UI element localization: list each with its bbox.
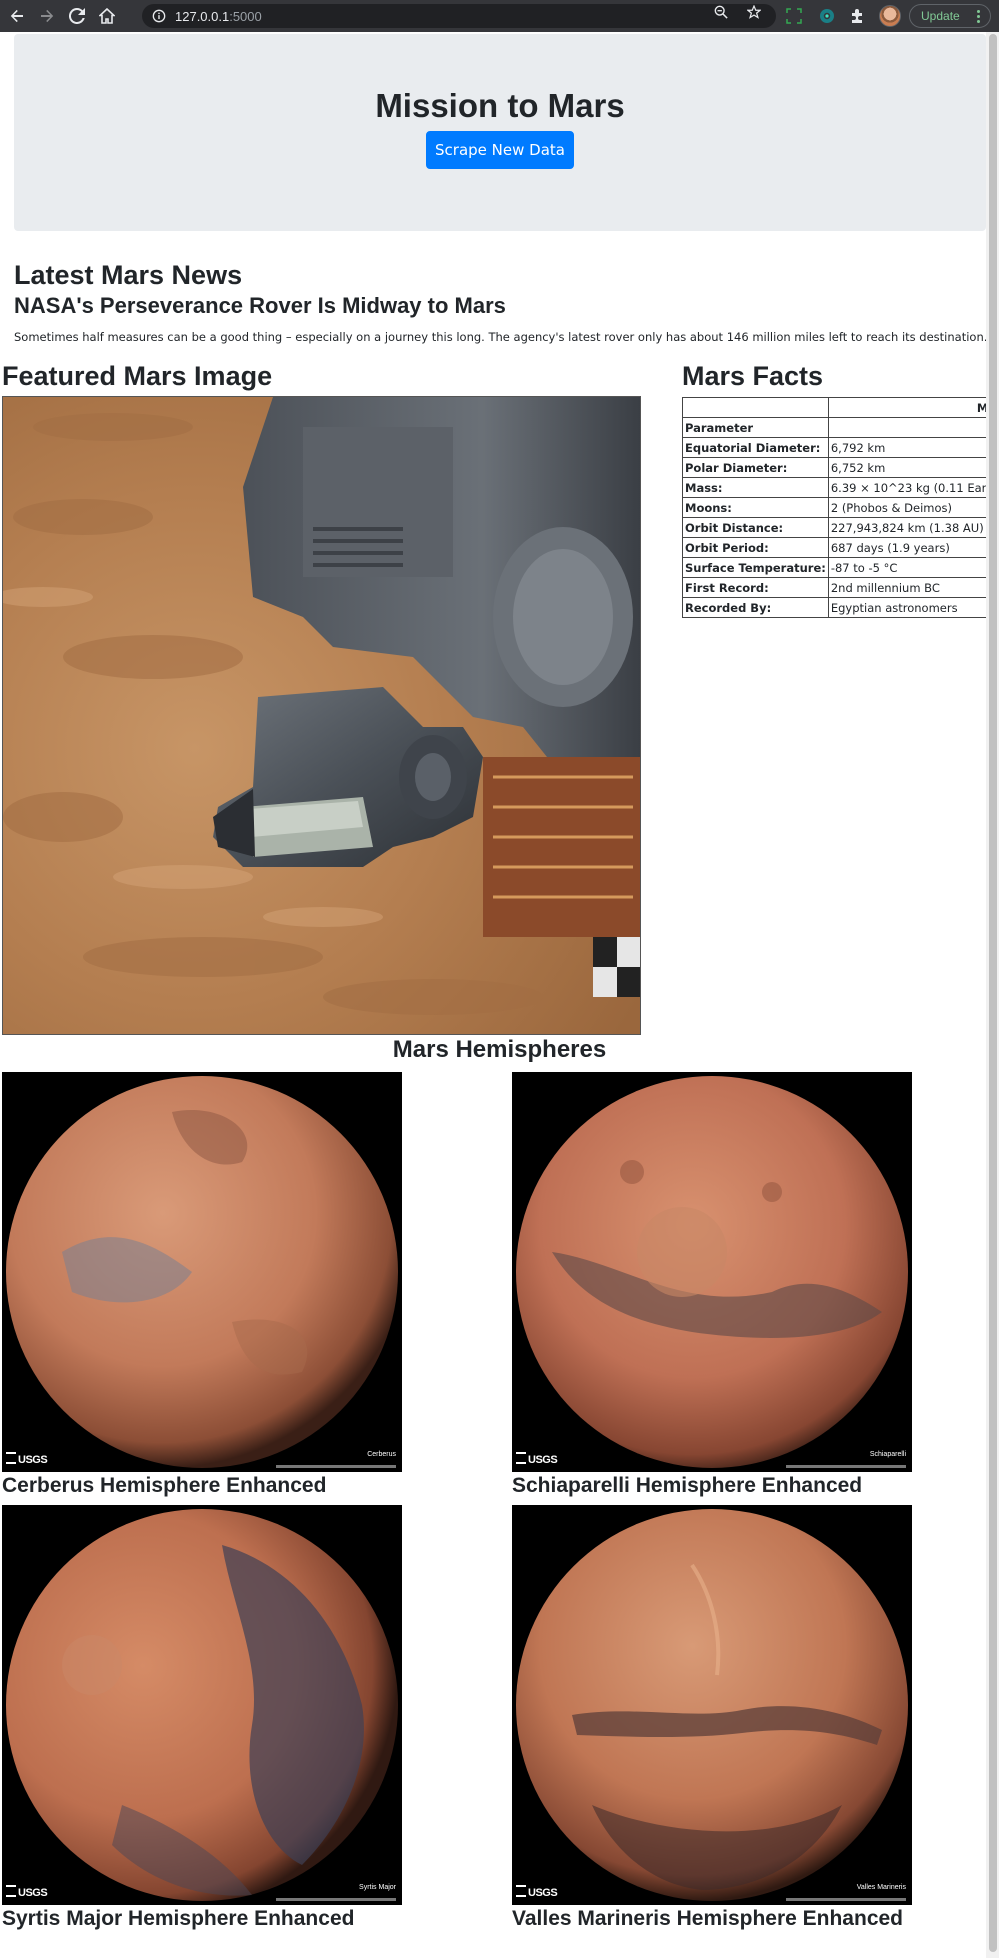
bookmark-star-icon[interactable] — [747, 5, 761, 19]
hemisphere-title: Cerberus Hemisphere Enhanced — [2, 1474, 327, 1497]
zoom-icon[interactable] — [714, 5, 728, 19]
usgs-logo: USGS — [516, 1452, 558, 1466]
mars-facts-heading: Mars Facts — [682, 361, 824, 391]
featured-image-heading: Featured Mars Image — [2, 361, 273, 391]
fact-value: 2nd millennium BC — [827, 577, 986, 598]
facts-header-empty — [682, 397, 829, 418]
hemisphere-card: USGS Syrtis Major Syrtis Major Hemispher… — [2, 1505, 402, 1931]
hemisphere-tag: Syrtis Major — [359, 1884, 396, 1891]
fact-parameter: Moons: — [682, 497, 829, 518]
home-button[interactable] — [94, 3, 120, 29]
facts-row: Orbit Period: 687 days (1.9 years) — [682, 537, 986, 558]
usgs-logo: USGS — [516, 1885, 558, 1899]
usgs-logo: USGS — [6, 1452, 48, 1466]
arrow-left-icon — [10, 9, 23, 23]
fact-parameter: Recorded By: — [682, 597, 829, 618]
fact-parameter: Orbit Period: — [682, 537, 829, 558]
kebab-menu-icon[interactable] — [977, 10, 980, 23]
image-credit — [276, 1898, 396, 1901]
hemisphere-card: USGS Valles Marineris Valles Marineris H… — [512, 1505, 912, 1931]
scrape-new-data-button[interactable]: Scrape New Data — [426, 131, 574, 169]
arrow-right-icon — [41, 9, 54, 23]
forward-button[interactable] — [34, 3, 60, 29]
fact-value: -87 to -5 °C — [827, 557, 986, 578]
url-text: 127.0.0.1:5000 — [175, 9, 262, 24]
facts-row: First Record: 2nd millennium BC — [682, 577, 986, 598]
valles-marineris-globe — [516, 1509, 908, 1901]
facts-row: Recorded By: Egyptian astronomers — [682, 597, 986, 618]
browser-toolbar: 127.0.0.1:5000 Update — [0, 0, 999, 32]
fact-parameter: Orbit Distance: — [682, 517, 829, 538]
fact-value: 6,752 km — [827, 457, 986, 478]
hemisphere-image[interactable]: USGS Cerberus — [2, 1072, 402, 1472]
facts-row: Orbit Distance: 227,943,824 km (1.38 AU) — [682, 517, 986, 538]
syrtis-major-globe — [6, 1509, 398, 1901]
reload-icon — [69, 8, 85, 24]
update-label: Update — [921, 9, 960, 23]
page-viewport: Mission to Mars Scrape New Data Latest M… — [0, 32, 986, 1958]
fact-parameter: Equatorial Diameter: — [682, 437, 829, 458]
back-button[interactable] — [4, 3, 30, 29]
url-port: :5000 — [229, 8, 262, 24]
fact-value: 6.39 × 10^23 kg (0.11 Earths) — [827, 477, 986, 498]
reload-button[interactable] — [64, 3, 90, 29]
info-icon[interactable] — [152, 9, 166, 23]
featured-mars-image — [2, 396, 641, 1035]
hemisphere-tag: Cerberus — [367, 1451, 396, 1458]
jumbotron: Mission to Mars Scrape New Data — [14, 34, 986, 231]
news-title: NASA's Perseverance Rover Is Midway to M… — [14, 293, 506, 318]
home-icon — [99, 8, 115, 24]
fact-parameter: First Record: — [682, 577, 829, 598]
facts-row: Equatorial Diameter: 6,792 km — [682, 437, 986, 458]
fact-parameter: Mass: — [682, 477, 829, 498]
hemisphere-image[interactable]: USGS Syrtis Major — [2, 1505, 402, 1905]
fact-value: Egyptian astronomers — [827, 597, 986, 618]
scrollbar-thumb[interactable] — [989, 34, 997, 1952]
hemisphere-title: Schiaparelli Hemisphere Enhanced — [512, 1474, 863, 1497]
facts-index-row: Parameter — [682, 417, 986, 438]
extensions-puzzle-icon[interactable] — [849, 7, 867, 25]
fact-value: 6,792 km — [827, 437, 986, 458]
page-title: Mission to Mars — [375, 87, 625, 124]
screenshot-extension-icon[interactable] — [785, 7, 803, 25]
facts-index-label: Parameter — [682, 417, 829, 438]
facts-index-empty — [827, 417, 986, 438]
fact-value: 687 days (1.9 years) — [827, 537, 986, 558]
fact-value: 2 (Phobos & Deimos) — [827, 497, 986, 518]
hemisphere-tag: Valles Marineris — [856, 1884, 906, 1891]
hemisphere-card: USGS Cerberus Cerberus Hemisphere Enhanc… — [2, 1072, 402, 1498]
schiaparelli-globe — [516, 1076, 908, 1468]
fact-value: 227,943,824 km (1.38 AU) — [827, 517, 986, 538]
facts-header-row: Mars — [682, 397, 986, 418]
colorzilla-extension-icon[interactable] — [818, 7, 836, 25]
facts-row: Surface Temperature: -87 to -5 °C — [682, 557, 986, 578]
rover-scoop-photo — [3, 397, 640, 1034]
facts-header-mars: Mars — [827, 397, 986, 418]
hemisphere-card: USGS Schiaparelli Schiaparelli Hemispher… — [512, 1072, 912, 1498]
update-button[interactable]: Update — [909, 4, 991, 28]
fact-parameter: Surface Temperature: — [682, 557, 829, 578]
facts-row: Moons: 2 (Phobos & Deimos) — [682, 497, 986, 518]
image-credit — [276, 1465, 396, 1468]
facts-row: Mass:6.39 × 10^23 kg (0.11 Earths) — [682, 477, 986, 498]
hemisphere-title: Syrtis Major Hemisphere Enhanced — [2, 1907, 355, 1930]
hemisphere-image[interactable]: USGS Valles Marineris — [512, 1505, 912, 1905]
facts-row: Polar Diameter: 6,752 km — [682, 457, 986, 478]
latest-news-heading: Latest Mars News — [14, 260, 243, 290]
usgs-logo: USGS — [6, 1885, 48, 1899]
image-credit — [786, 1898, 906, 1901]
mars-facts-table: Mars Parameter Equatorial Diameter:6,792… — [682, 397, 986, 618]
url-host: 127.0.0.1 — [175, 8, 230, 24]
image-credit — [786, 1465, 906, 1468]
cerberus-globe — [6, 1076, 398, 1468]
hemispheres-heading: Mars Hemispheres — [392, 1036, 607, 1063]
hemisphere-image[interactable]: USGS Schiaparelli — [512, 1072, 912, 1472]
address-bar[interactable]: 127.0.0.1:5000 — [142, 4, 776, 28]
hemisphere-title: Valles Marineris Hemisphere Enhanced — [512, 1907, 904, 1930]
news-teaser: Sometimes half measures can be a good th… — [14, 330, 986, 344]
hemisphere-tag: Schiaparelli — [869, 1451, 906, 1458]
profile-avatar[interactable] — [879, 5, 901, 27]
fact-parameter: Polar Diameter: — [682, 457, 829, 478]
